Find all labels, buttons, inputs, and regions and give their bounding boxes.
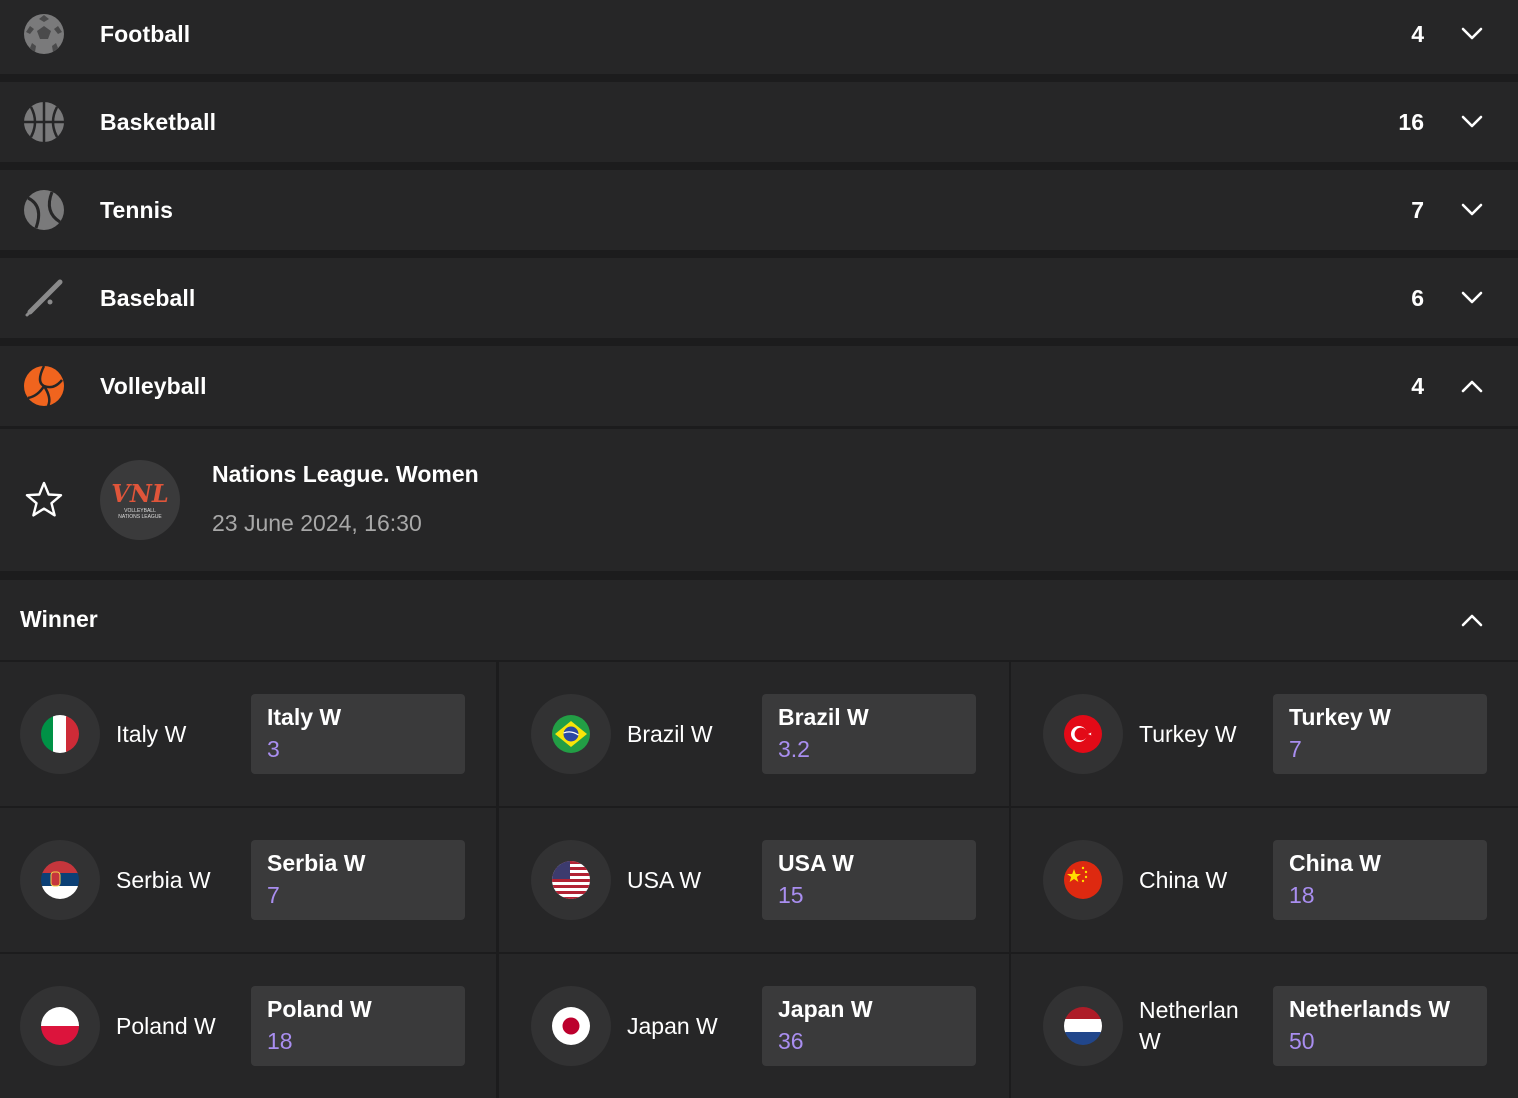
odds-button[interactable]: China W 18 — [1273, 840, 1487, 920]
odds-value: 50 — [1289, 1028, 1315, 1054]
sport-name: Basketball — [100, 108, 217, 135]
odds-value: 3.2 — [778, 736, 810, 762]
team-name: Serbia W — [116, 866, 211, 893]
odds-button[interactable]: USA W 15 — [762, 840, 976, 920]
turkey-flag-icon — [1043, 694, 1123, 774]
odds-button[interactable]: Italy W 3 — [251, 694, 465, 774]
odds-button[interactable]: Poland W 18 — [251, 986, 465, 1066]
chevron-up-icon[interactable] — [1460, 608, 1484, 632]
odds-value: 3 — [267, 736, 280, 762]
sport-name: Football — [100, 20, 191, 47]
serbia-flag-icon — [20, 840, 100, 920]
selection-cell: China W China W 18 — [1011, 808, 1518, 952]
odds-button[interactable]: Turkey W 7 — [1273, 694, 1487, 774]
selection-cell: Serbia W Serbia W 7 — [0, 808, 496, 952]
selection-cell: Italy W Italy W 3 — [0, 662, 496, 806]
brazil-flag-icon — [531, 694, 611, 774]
team-name: Brazil W — [627, 720, 713, 747]
chevron-down-icon[interactable] — [1460, 198, 1484, 222]
event-count: 4 — [1411, 20, 1424, 47]
baseball-bat-icon — [22, 276, 66, 320]
star-icon[interactable] — [24, 480, 64, 520]
odds-label: Poland W — [267, 996, 372, 1022]
odds-value: 15 — [778, 882, 804, 908]
selection-cell: Brazil W Brazil W 3.2 — [499, 662, 1009, 806]
sport-row-tennis[interactable]: Tennis 7 — [0, 170, 1518, 250]
team-name: Japan W — [627, 1012, 718, 1039]
team-name: Netherlan W — [1139, 997, 1239, 1054]
tennis-icon — [22, 188, 66, 232]
selection-cell: Turkey W Turkey W 7 — [1011, 662, 1518, 806]
selection-cell: Netherlan W Netherlands W 50 — [1011, 954, 1518, 1098]
odds-value: 36 — [778, 1028, 804, 1054]
odds-value: 7 — [267, 882, 280, 908]
chevron-down-icon[interactable] — [1460, 22, 1484, 46]
selection-cell: Japan W Japan W 36 — [499, 954, 1009, 1098]
team-name: Turkey W — [1139, 720, 1237, 747]
basketball-icon — [22, 100, 66, 144]
odds-label: Brazil W — [778, 704, 869, 730]
sport-name: Volleyball — [100, 372, 207, 399]
event-count: 4 — [1411, 372, 1424, 399]
usa-flag-icon — [531, 840, 611, 920]
netherlands-flag-icon — [1043, 986, 1123, 1066]
team-name: Poland W — [116, 1012, 216, 1039]
selection-cell: USA W USA W 15 — [499, 808, 1009, 952]
odds-label: Italy W — [267, 704, 342, 730]
event-row[interactable]: VNL VOLLEYBALL NATIONS LEAGUE Nations Le… — [0, 429, 1518, 571]
sport-row-baseball[interactable]: Baseball 6 — [0, 258, 1518, 338]
odds-label: Netherlands W — [1289, 996, 1451, 1022]
logo-text: VNL — [111, 479, 169, 508]
odds-value: 18 — [267, 1028, 293, 1054]
team-name: Italy W — [116, 720, 187, 747]
odds-label: Serbia W — [267, 850, 366, 876]
italy-flag-icon — [20, 694, 100, 774]
event-count: 6 — [1411, 284, 1424, 311]
sport-row-volleyball[interactable]: Volleyball 4 — [0, 346, 1518, 426]
odds-label: Turkey W — [1289, 704, 1391, 730]
odds-button[interactable]: Serbia W 7 — [251, 840, 465, 920]
sport-name: Baseball — [100, 284, 196, 311]
odds-label: China W — [1289, 850, 1381, 876]
selection-cell: Poland W Poland W 18 — [0, 954, 496, 1098]
japan-flag-icon — [531, 986, 611, 1066]
odds-button[interactable]: Brazil W 3.2 — [762, 694, 976, 774]
volleyball-icon — [22, 364, 66, 408]
sport-row-basketball[interactable]: Basketball 16 — [0, 82, 1518, 162]
team-name: China W — [1139, 866, 1228, 893]
selections-grid: Italy W Italy W 3 Brazil W Brazil W 3.2 … — [0, 662, 1518, 1098]
odds-value: 7 — [1289, 736, 1302, 762]
odds-label: Japan W — [778, 996, 873, 1022]
odds-button[interactable]: Japan W 36 — [762, 986, 976, 1066]
sport-name: Tennis — [100, 196, 174, 223]
league-name: Nations League. Women — [212, 461, 479, 487]
event-count: 16 — [1398, 108, 1424, 135]
market-title: Winner — [20, 606, 98, 632]
sport-row-football[interactable]: Football 4 — [0, 0, 1518, 74]
chevron-down-icon[interactable] — [1460, 286, 1484, 310]
market-header[interactable]: Winner — [0, 580, 1518, 660]
league-logo: VNL VOLLEYBALL NATIONS LEAGUE — [100, 460, 180, 540]
odds-label: USA W — [778, 850, 854, 876]
chevron-down-icon[interactable] — [1460, 110, 1484, 134]
football-icon — [22, 12, 66, 56]
poland-flag-icon — [20, 986, 100, 1066]
event-datetime: 23 June 2024, 16:30 — [212, 510, 422, 536]
odds-value: 18 — [1289, 882, 1315, 908]
logo-subtext: VOLLEYBALL NATIONS LEAGUE — [118, 508, 162, 520]
event-count: 7 — [1411, 196, 1424, 223]
odds-button[interactable]: Netherlands W 50 — [1273, 986, 1487, 1066]
team-name: USA W — [627, 866, 702, 893]
chevron-up-icon[interactable] — [1460, 374, 1484, 398]
china-flag-icon — [1043, 840, 1123, 920]
